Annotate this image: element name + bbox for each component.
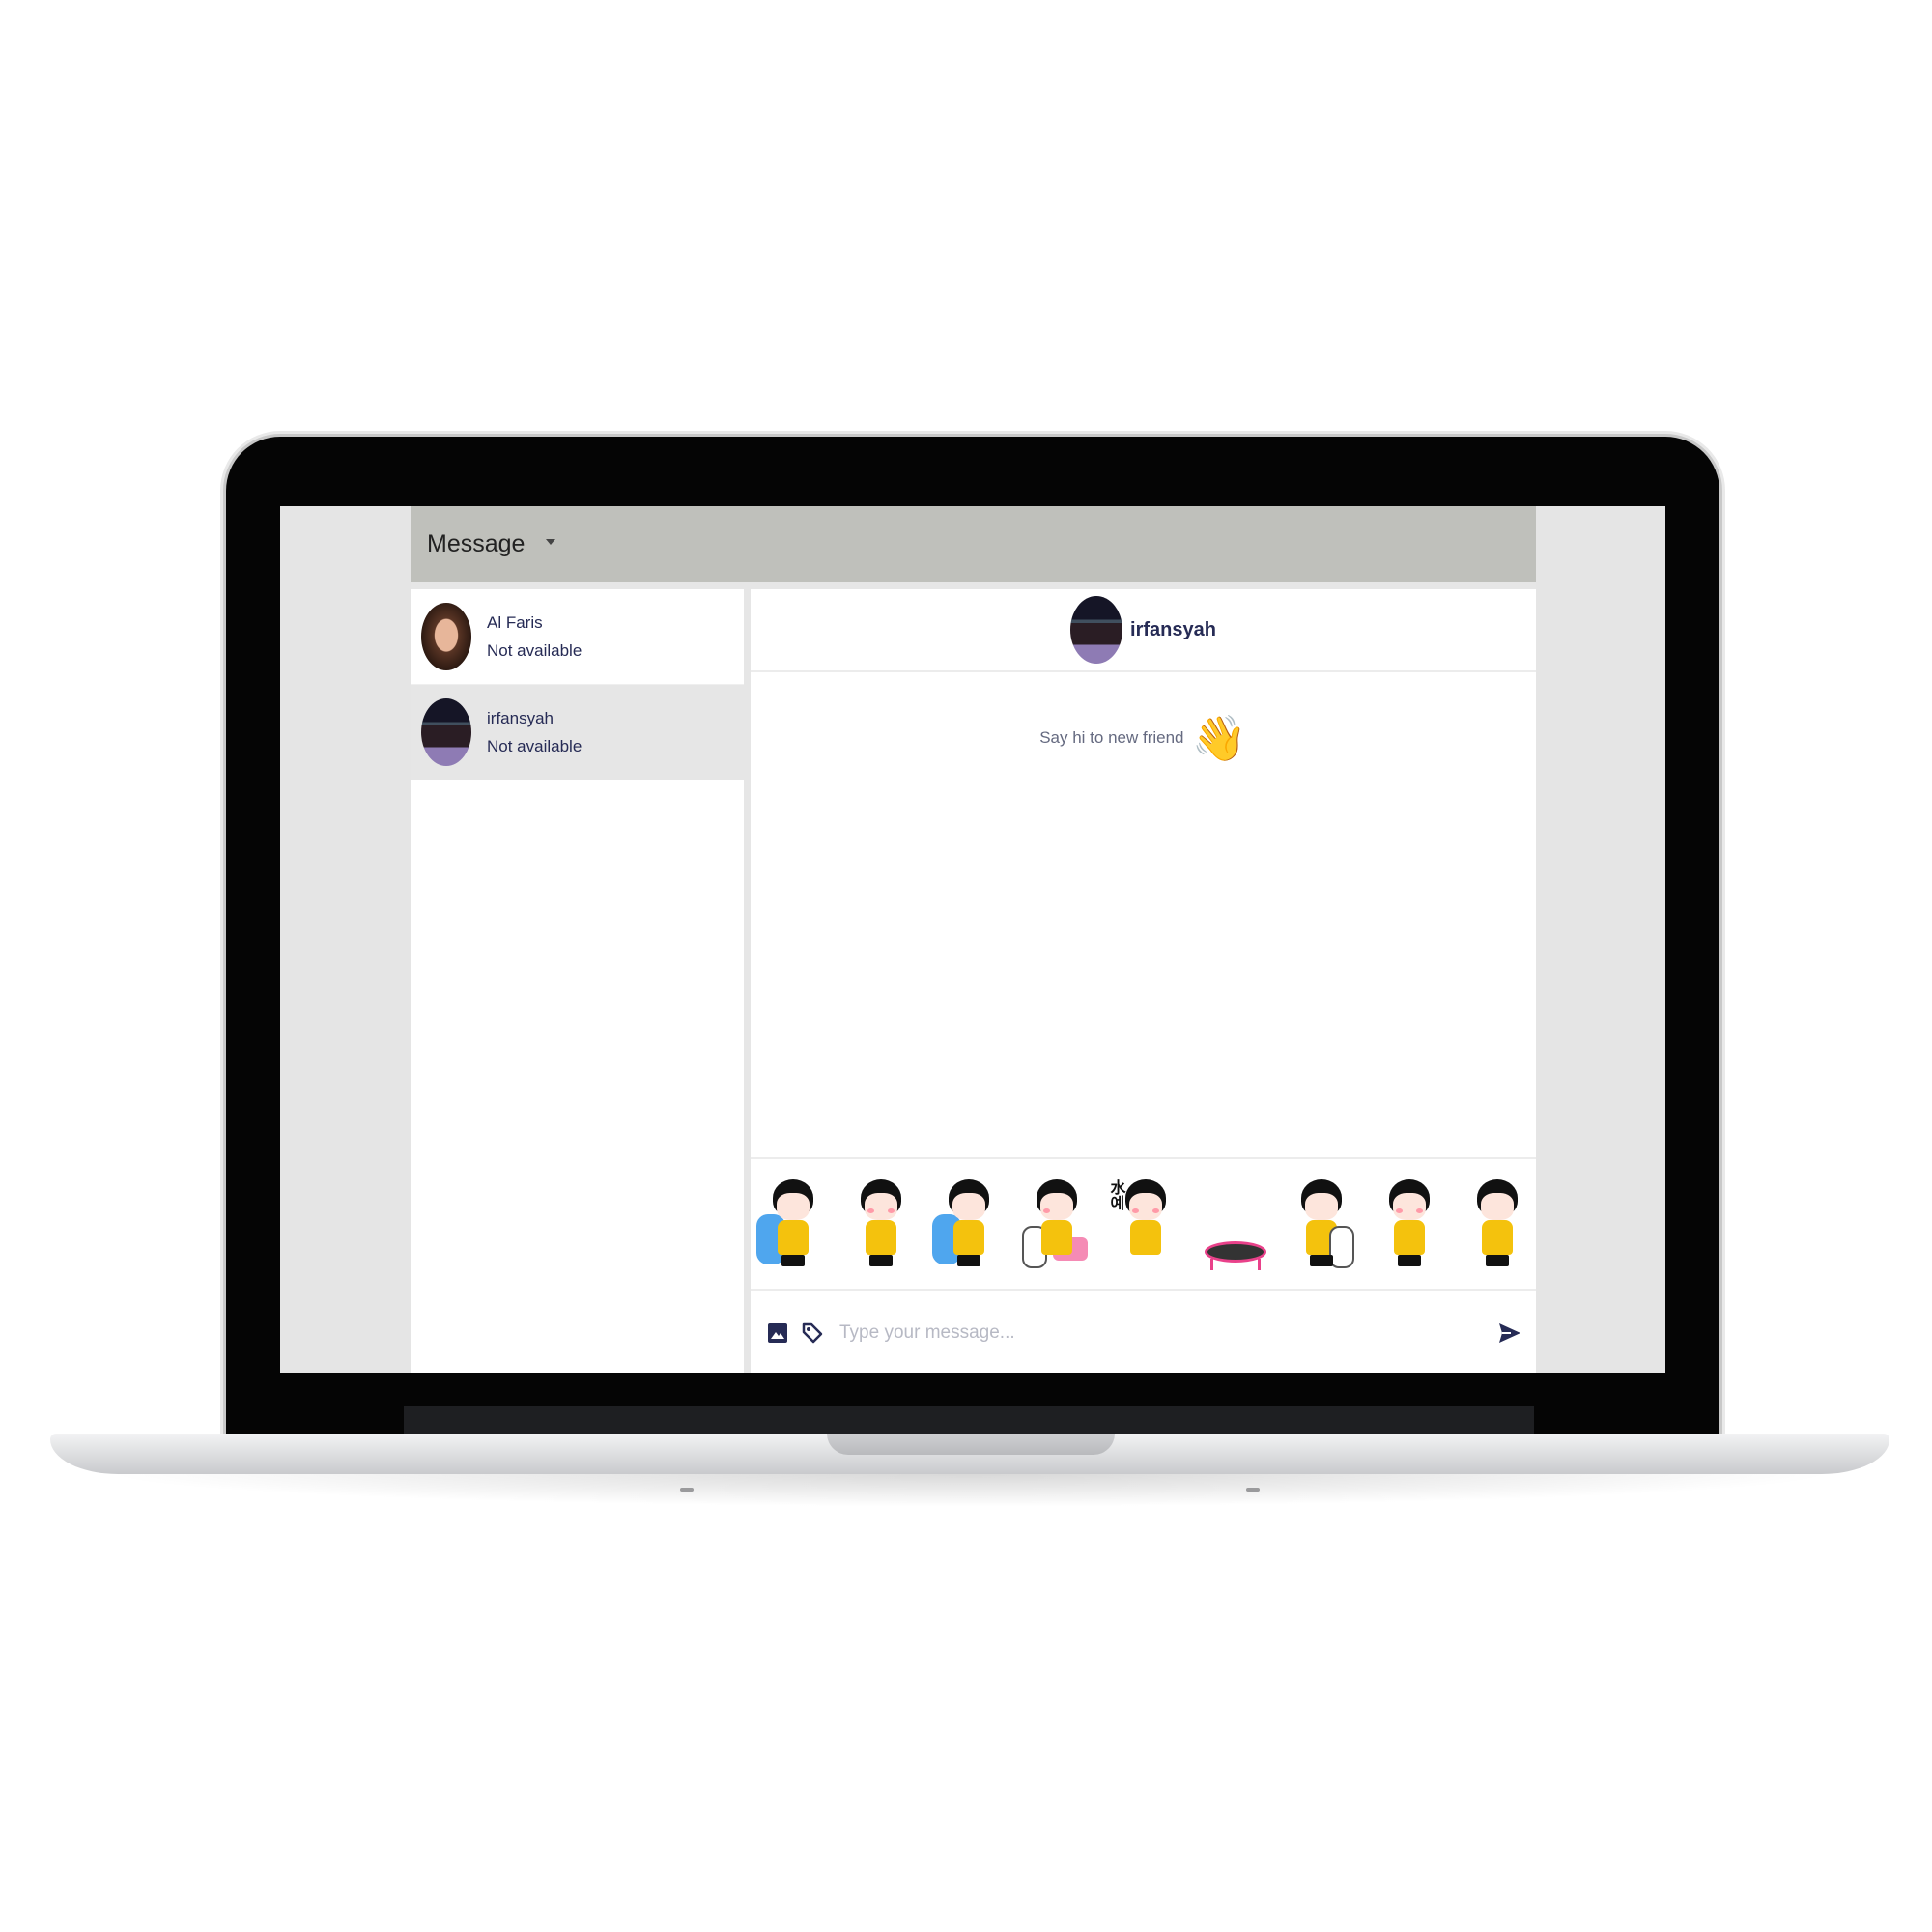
chat-header: irfansyah <box>751 589 1536 672</box>
sticker-girl-with-white-cat[interactable] <box>1285 1176 1354 1272</box>
sticker-text: 水예 <box>1110 1180 1126 1212</box>
sticker-girl-sitting[interactable] <box>1373 1176 1442 1272</box>
chat-panel: irfansyah Say hi to new friend 👋 水예 Type… <box>751 589 1536 1373</box>
chat-contact-name: irfansyah <box>1130 618 1216 640</box>
empty-chat-greeting: Say hi to new friend 👋 <box>751 716 1536 760</box>
contact-item-al-faris[interactable]: Al Faris Not available <box>411 589 744 684</box>
chat-app: Message Al Faris Not available irfansyah… <box>411 506 1536 1373</box>
sticker-tray: 水예 <box>751 1157 1536 1291</box>
laptop-screen: Message Al Faris Not available irfansyah… <box>280 506 1665 1373</box>
laptop-opening-notch <box>827 1434 1115 1455</box>
sticker-girl-crying-with-cat-2[interactable] <box>932 1176 1002 1272</box>
dropdown-caret-icon[interactable] <box>546 539 556 545</box>
contact-name: Al Faris <box>487 613 543 632</box>
laptop-hinge <box>404 1406 1534 1436</box>
sticker-girl-shouting[interactable] <box>1461 1176 1530 1272</box>
contact-list: Al Faris Not available irfansyah Not ava… <box>411 589 744 1373</box>
contact-info: Al Faris Not available <box>487 609 582 665</box>
contact-name: irfansyah <box>487 709 554 727</box>
contact-status: Not available <box>487 737 582 755</box>
laptop-foot <box>680 1488 694 1492</box>
app-header: Message <box>411 506 1536 582</box>
laptop-foot <box>1246 1488 1260 1492</box>
message-area: Say hi to new friend 👋 <box>751 672 1536 1157</box>
contact-status: Not available <box>487 641 582 660</box>
tag-icon[interactable] <box>799 1320 826 1347</box>
sticker-trampoline[interactable] <box>1197 1176 1266 1272</box>
contact-info: irfansyah Not available <box>487 704 582 760</box>
greeting-text: Say hi to new friend <box>1039 728 1184 747</box>
sticker-girl-korean-text[interactable]: 水예 <box>1109 1176 1179 1272</box>
chat-avatar <box>1070 596 1123 664</box>
waving-hand-icon: 👋 <box>1191 713 1247 763</box>
avatar <box>421 698 471 766</box>
avatar <box>421 603 471 670</box>
message-input[interactable] <box>838 1321 1493 1345</box>
message-composer <box>751 1293 1536 1373</box>
laptop-shadow <box>97 1472 1843 1507</box>
sticker-girl-with-cat-pink-blanket[interactable] <box>1020 1176 1090 1272</box>
send-icon[interactable] <box>1493 1317 1526 1350</box>
contact-item-irfansyah[interactable]: irfansyah Not available <box>411 684 744 780</box>
app-title: Message <box>427 529 526 557</box>
image-icon[interactable] <box>764 1320 791 1347</box>
sticker-girl-crying-with-cat[interactable] <box>756 1176 826 1272</box>
sticker-girl-standing[interactable] <box>844 1176 914 1272</box>
